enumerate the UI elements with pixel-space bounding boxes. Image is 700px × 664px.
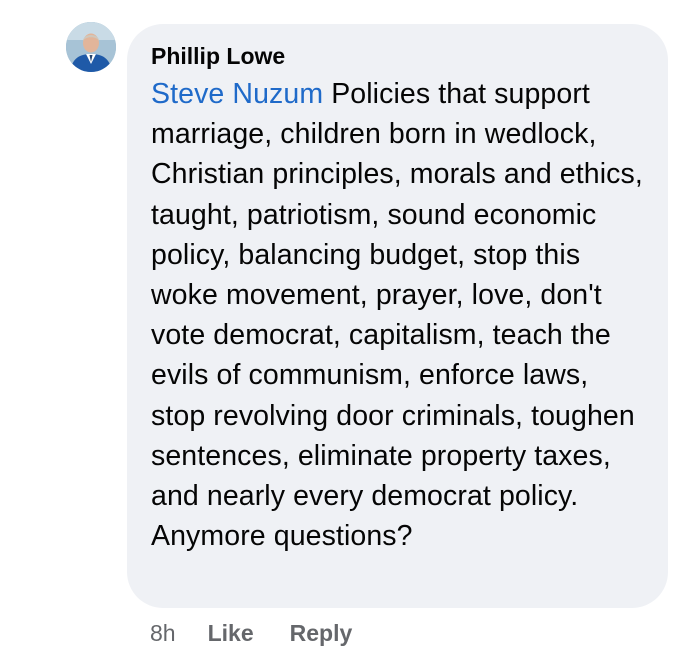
comment-actions: 8h Like Reply	[150, 618, 352, 648]
like-button[interactable]: Like	[208, 620, 254, 647]
mention-link[interactable]: Steve Nuzum	[151, 78, 323, 110]
comment-body: Steve Nuzum Policies that support marria…	[151, 74, 648, 556]
comment-text: Policies that support marriage, children…	[151, 78, 643, 553]
comment: Phillip Lowe Steve Nuzum Policies that s…	[0, 0, 700, 664]
comment-author[interactable]: Phillip Lowe	[151, 41, 648, 71]
comment-timestamp[interactable]: 8h	[150, 620, 176, 647]
reply-button[interactable]: Reply	[290, 620, 353, 647]
avatar[interactable]	[66, 22, 116, 72]
comment-bubble: Phillip Lowe Steve Nuzum Policies that s…	[127, 24, 668, 608]
profile-photo-icon	[66, 22, 116, 72]
